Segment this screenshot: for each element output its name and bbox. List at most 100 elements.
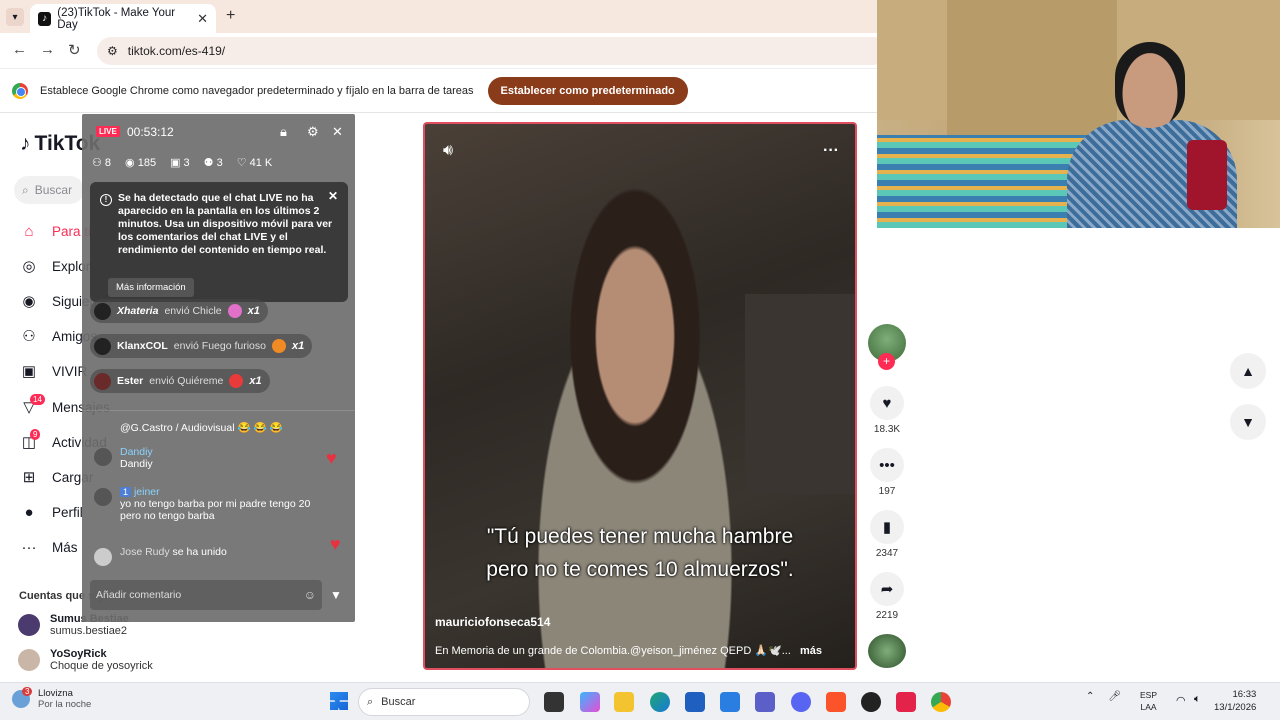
stat-value: 185 [137,157,157,169]
emoji-icon[interactable]: ☺ [304,588,316,602]
more-options-icon[interactable]: ··· [823,142,839,160]
obs-icon[interactable] [861,692,881,712]
followed-account[interactable]: YoSoyRick Choque de yosoyrick [18,648,153,672]
next-video-button[interactable]: ▼ [1230,404,1266,440]
wifi-icon[interactable]: ◠ [1176,694,1186,707]
webcam-overlay [877,0,1280,228]
fire-gift-icon [272,339,286,353]
gift-text: envió Quiéreme [149,375,224,387]
live-comment-input[interactable]: Añadir comentario ☺ [90,580,322,610]
avatar [94,337,111,355]
heart-icon: ♥ [330,534,341,554]
volume-icon[interactable]: 🔊︎ [443,142,453,160]
follow-plus-icon[interactable]: + [878,353,895,370]
teams-icon[interactable] [755,692,775,712]
site-info-icon[interactable]: ⚙ [107,44,118,58]
save-action[interactable]: ▮ 2347 [868,510,906,559]
gift-text: envió Fuego furioso [173,340,266,352]
task-view-icon[interactable] [544,692,564,712]
comment-user[interactable]: Jose Rudy [120,546,170,558]
likes-stat: ♡ 41 K [237,156,273,169]
back-icon[interactable]: ← [12,41,27,58]
description-text: En Memoria de un grande de Colombia.@yei… [435,645,791,657]
windows-start-icon[interactable] [330,692,348,710]
sidebar-item-profile[interactable]: ● Perfil [20,499,82,525]
chevron-up-icon[interactable]: ⌃ [1086,691,1094,702]
weather-icon: 3 [12,687,33,708]
taskbar-search-label: Buscar [381,696,416,708]
search-input[interactable]: ⌕ Buscar [14,176,84,204]
subtitle-line: "Tú puedes tener mucha hambre [486,525,794,548]
reload-icon[interactable]: ↻ [68,41,81,59]
store-icon[interactable] [685,692,705,712]
comment-user[interactable]: Dandiy [120,446,324,458]
gift-icon: ▣ [170,157,184,169]
weather-subtitle: Por la noche [38,699,92,710]
notice-close-icon[interactable]: ✕ [328,190,338,203]
gift-user: Ester [117,375,144,387]
filter-icon[interactable]: ▼ [330,588,342,602]
gear-icon[interactable]: ⚙ [307,124,319,140]
live-studio-panel: LIVE 00:53:12 🔒︎ ⚙ ✕ ⚇ 8 ◉ 185 ▣ 3 ⚉ 3 ♡… [82,114,355,622]
previous-video-button[interactable]: ▲ [1230,353,1266,389]
compass-icon: ◎ [22,258,36,275]
more-info-button[interactable]: Más información [108,278,194,297]
chrome-icon[interactable] [931,692,951,712]
sidebar-item-for-you[interactable]: ⌂ Para ti [20,218,91,244]
file-explorer-icon[interactable] [614,692,634,712]
taskbar-search[interactable]: ⌕ Buscar [358,688,530,716]
brave-icon[interactable] [826,692,846,712]
upload-icon: ⊞ [22,469,36,486]
subtitle-line: pero no te comes 10 almuerzos". [486,558,794,581]
like-action[interactable]: ♥ 18.3K [868,386,906,435]
comment-placeholder: Añadir comentario [96,589,182,601]
tab-search-icon[interactable]: ▾ [6,8,24,26]
avatar [94,488,112,506]
volume-icon[interactable]: 🔈︎ [1194,693,1201,706]
discord-icon[interactable] [791,692,811,712]
save-count: 2347 [875,548,899,559]
webcam-curtain [947,0,1117,135]
chat-comment: 1 jeiner yo no tengo barba por mi padre … [94,486,324,522]
browser-tab[interactable]: ♪ (23)TikTok - Make Your Day ✕ [30,4,216,33]
comment-user[interactable]: jeiner [134,486,160,498]
sound-disc-icon[interactable] [868,634,906,668]
comment-text: Dandiy [120,458,153,470]
microphone-icon[interactable]: 🎤︎ [1108,691,1121,702]
set-default-button[interactable]: Establecer como predeterminado [487,76,688,105]
webcam-person-head [1115,42,1185,128]
language-indicator[interactable]: ESP LAA [1140,689,1157,713]
lock-icon[interactable]: 🔒︎ [280,124,287,140]
comment-count: 197 [878,486,896,497]
clock[interactable]: 16:33 13/1/2026 [1214,688,1256,714]
share-action[interactable]: ➦ 2219 [868,572,906,621]
comment-action[interactable]: ••• 197 [868,448,906,497]
heart-icon: ♥ [870,386,904,420]
more-link[interactable]: más [800,645,822,657]
tab-close-icon[interactable]: ✕ [197,11,208,27]
sidebar-item-live[interactable]: ▣ VIVIR [20,358,87,384]
new-tab-button[interactable]: + [226,7,235,25]
copilot-icon[interactable] [580,692,600,712]
forward-icon[interactable]: → [40,41,55,58]
divider [82,410,355,411]
profile-icon: ● [24,503,34,521]
sidebar-item-more[interactable]: ··· Más [20,534,78,560]
tiktok-app-icon[interactable] [896,692,916,712]
address-bar[interactable]: ⚙ tiktok.com/es-419/ [97,37,887,65]
search-icon: ⌕ [367,695,374,708]
friends-icon: ⚇ [22,328,36,345]
video-subtitle: "Tú puedes tener mucha hambre pero no te… [425,520,855,586]
weather-widget[interactable]: 3 Llovizna Por la noche [12,687,92,710]
close-icon[interactable]: ✕ [332,124,343,140]
weather-badge: 3 [22,687,33,696]
edge-icon[interactable] [650,692,670,712]
messages-icon: ▽ 14 [20,394,45,416]
video-author[interactable]: mauriciofonseca514 [435,615,550,629]
avatar [94,302,111,320]
gift-user: Xhateria [117,305,159,317]
gift-message: Xhateria envió Chicle x1 [90,299,268,323]
video-player[interactable]: 🔊︎ ··· "Tú puedes tener mucha hambre per… [423,122,857,670]
outlook-icon[interactable] [720,692,740,712]
comment-text: se ha unido [172,546,227,558]
